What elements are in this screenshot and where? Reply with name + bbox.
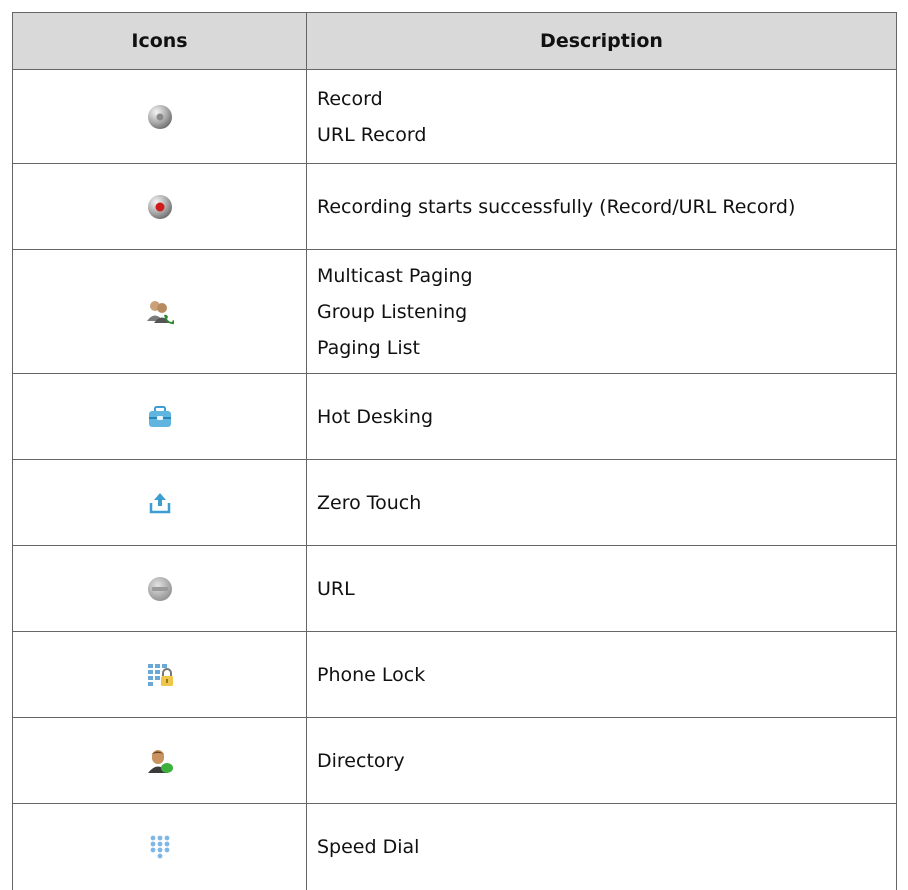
table-row: Hot Desking — [12, 373, 897, 460]
description-line: Speed Dial — [317, 835, 420, 858]
table-row: Record URL Record — [12, 69, 897, 164]
icons-description-table: Icons Description Record URL Record Reco… — [12, 12, 897, 890]
phone-lock-icon — [147, 663, 173, 686]
speed-dial-icon — [150, 835, 170, 859]
table-row: Zero Touch — [12, 459, 897, 546]
description-line: Zero Touch — [317, 491, 422, 514]
table-row: Phone Lock — [12, 631, 897, 718]
zero-touch-icon — [148, 492, 172, 513]
table-row: Recording starts successfully (Record/UR… — [12, 163, 897, 250]
description-line: Recording starts successfully (Record/UR… — [317, 195, 796, 218]
multicast-paging-icon — [146, 300, 174, 324]
description-line: URL — [317, 577, 355, 600]
recording-active-icon — [147, 194, 173, 219]
header-description: Description — [306, 12, 897, 70]
header-icons: Icons — [12, 12, 307, 70]
table-row: URL — [12, 545, 897, 632]
table-row: Directory — [12, 717, 897, 804]
description-line: Phone Lock — [317, 663, 426, 686]
url-icon — [147, 576, 173, 601]
description-line: Multicast Paging — [317, 264, 473, 287]
directory-icon — [146, 749, 174, 773]
description-line: Directory — [317, 749, 405, 772]
table-row: Speed Dial — [12, 803, 897, 890]
description-line: Hot Desking — [317, 405, 434, 428]
description-line: Paging List — [317, 336, 420, 359]
record-icon — [147, 104, 173, 129]
description-line: Record — [317, 87, 383, 110]
table-row: Multicast Paging Group Listening Paging … — [12, 249, 897, 374]
hot-desking-icon — [147, 405, 173, 427]
description-line: URL Record — [317, 123, 427, 146]
table-header-row: Icons Description — [12, 12, 897, 70]
description-line: Group Listening — [317, 300, 468, 323]
